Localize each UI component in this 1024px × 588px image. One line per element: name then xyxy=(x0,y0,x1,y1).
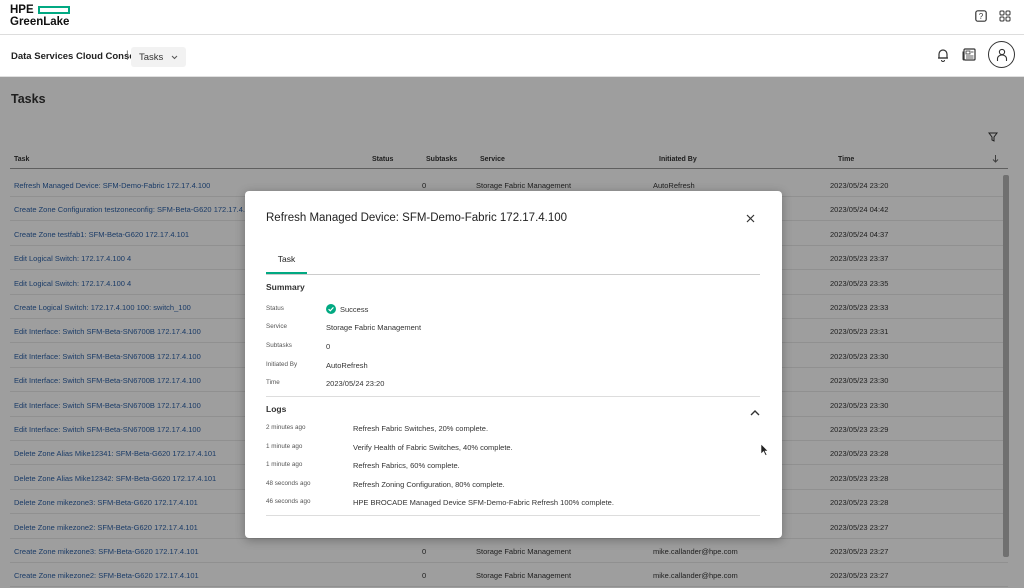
service-value: Storage Fabric Management xyxy=(326,323,422,332)
log-timestamp: 1 minute ago xyxy=(266,461,303,468)
log-timestamp: 2 minutes ago xyxy=(266,424,306,431)
status-label: Status xyxy=(266,305,284,312)
log-message: Refresh Fabrics, 60% complete. xyxy=(353,461,460,470)
time-value: 2023/05/24 23:20 xyxy=(326,379,385,388)
console-header: Data Services Cloud Console | Tasks xyxy=(0,35,1024,77)
bell-icon[interactable] xyxy=(936,48,950,62)
subtasks-label: Subtasks xyxy=(266,342,292,349)
success-check-icon xyxy=(326,304,336,314)
initiated-by-label: Initiated By xyxy=(266,361,298,368)
time-label: Time xyxy=(266,379,280,386)
mouse-cursor-icon xyxy=(760,443,769,461)
status-text: Success xyxy=(340,304,369,314)
modal-title: Refresh Managed Device: SFM-Demo-Fabric … xyxy=(266,212,568,224)
logo-greenlake: GreenLake xyxy=(10,16,70,28)
subtasks-value: 0 xyxy=(326,342,331,351)
chevron-up-icon[interactable] xyxy=(750,403,760,421)
log-message: Refresh Fabric Switches, 20% complete. xyxy=(353,424,489,433)
tab-divider xyxy=(266,274,760,275)
user-avatar-icon[interactable] xyxy=(988,41,1015,68)
console-title[interactable]: Data Services Cloud Console xyxy=(11,51,143,62)
logo-hpe: HPE xyxy=(10,4,34,16)
chevron-down-icon xyxy=(171,55,178,59)
log-timestamp: 1 minute ago xyxy=(266,442,303,450)
summary-heading: Summary xyxy=(266,282,305,292)
svg-text:?: ? xyxy=(979,12,984,21)
tasks-dropdown-label: Tasks xyxy=(139,51,164,63)
log-timestamp: 46 seconds ago xyxy=(266,498,311,505)
logo-rectangle-icon xyxy=(37,6,70,14)
log-message: HPE BROCADE Managed Device SFM-Demo-Fabr… xyxy=(353,498,614,507)
log-message: Refresh Zoning Configuration, 80% comple… xyxy=(353,479,505,489)
close-icon[interactable] xyxy=(745,211,756,229)
section-divider xyxy=(266,396,760,397)
tab-task[interactable]: Task xyxy=(266,246,307,274)
app-grid-icon[interactable] xyxy=(998,9,1012,23)
task-details-modal: Refresh Managed Device: SFM-Demo-Fabric … xyxy=(245,191,782,538)
service-label: Service xyxy=(266,323,287,330)
log-message: Verify Health of Fabric Switches, 40% co… xyxy=(353,442,513,452)
hpe-greenlake-logo[interactable]: HPE GreenLake xyxy=(10,4,70,28)
separator: | xyxy=(126,50,129,61)
status-value: Success xyxy=(326,304,368,314)
logs-bottom-divider xyxy=(266,515,760,516)
logs-heading: Logs xyxy=(266,404,287,414)
feed-icon[interactable] xyxy=(962,48,976,62)
initiated-by-value: AutoRefresh xyxy=(326,361,368,370)
top-header: HPE GreenLake ? xyxy=(0,0,1024,35)
tasks-dropdown[interactable]: Tasks xyxy=(131,47,187,67)
log-timestamp: 48 seconds ago xyxy=(266,479,311,487)
help-icon[interactable]: ? xyxy=(974,9,988,23)
